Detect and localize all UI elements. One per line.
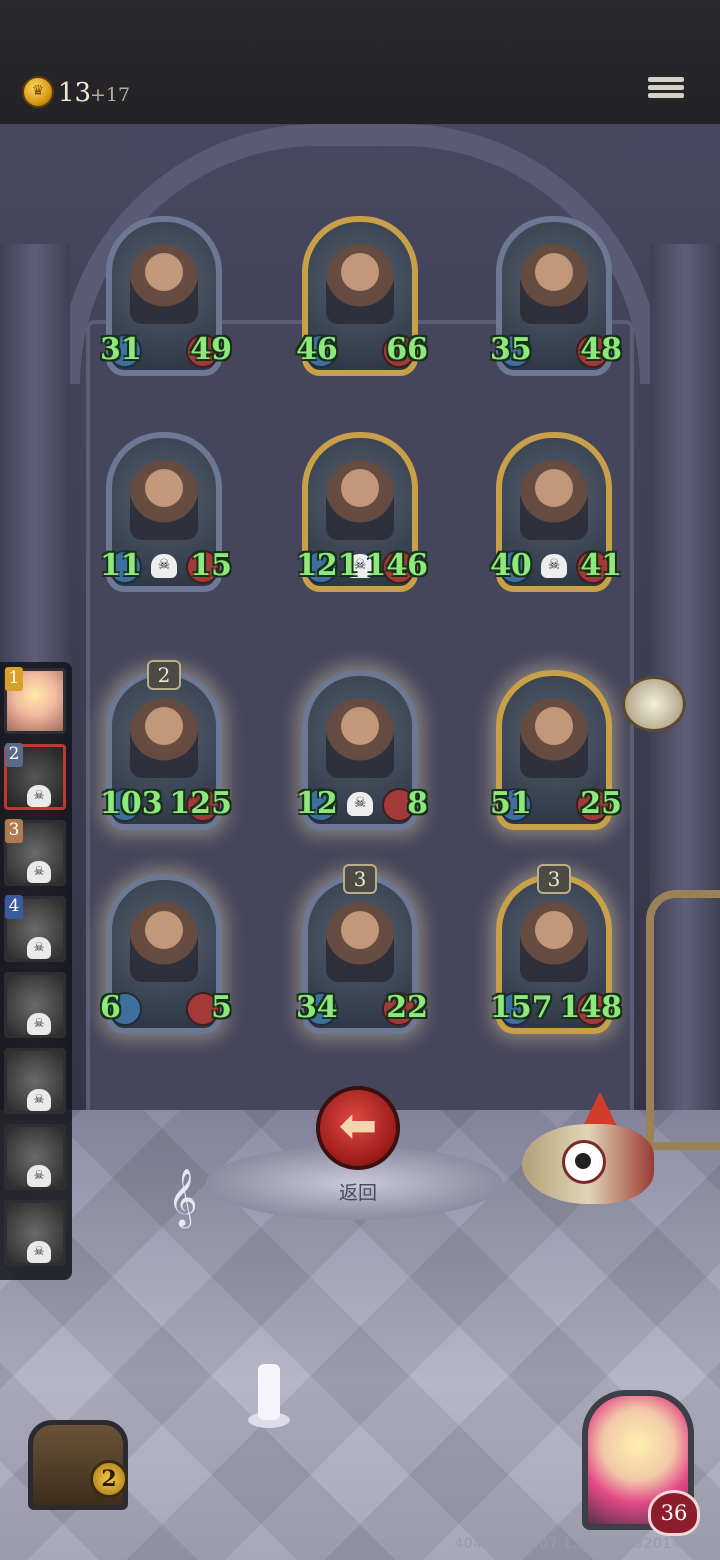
unit-portrait (326, 460, 394, 540)
unit-attack: 51 (490, 786, 532, 821)
unit-attack: 6 (100, 990, 121, 1025)
unit-portrait (326, 902, 394, 982)
menu-line-icon (648, 77, 684, 82)
treasure-chest-button[interactable]: 2 (8, 1400, 148, 1534)
unit-portrait (130, 244, 198, 324)
skull-icon: ☠ (347, 792, 373, 816)
unit-health: 8 (407, 786, 428, 821)
opponent-slot[interactable]: ☠ (4, 1124, 66, 1190)
unit-health: 5 (211, 990, 232, 1025)
opponent-slot[interactable]: ☠ (4, 1048, 66, 1114)
unit-card[interactable]: ☠ 40 41 (490, 432, 622, 592)
version-text: 40456648107 1.3.018 09201402 (454, 1536, 700, 1552)
unit-health: 22 (386, 990, 428, 1025)
unit-attack: 12 (296, 786, 338, 821)
unit-health: 148 (559, 990, 622, 1025)
skull-icon: ☠ (541, 554, 567, 578)
unit-health: 41 (580, 548, 622, 583)
opponent-slot[interactable]: 1 (4, 667, 66, 734)
skull-icon: ☠ (27, 1241, 51, 1263)
skull-icon: ☠ (151, 554, 177, 578)
unit-card[interactable]: 31 49 (100, 216, 232, 376)
unit-level-badge: 3 (537, 864, 571, 894)
unit-card[interactable]: 51 25 (490, 670, 622, 830)
gold-coin-icon: ♛ (22, 76, 54, 108)
skull-icon: ☠ (27, 1165, 51, 1187)
opponent-slot[interactable]: 2 ☠ (4, 743, 66, 810)
unit-portrait (326, 698, 394, 778)
unit-portrait (326, 244, 394, 324)
rocket-fish-mascot[interactable] (522, 1092, 662, 1242)
chest-count-badge: 2 (90, 1460, 128, 1498)
unit-attack: 40 (490, 548, 532, 583)
unit-portrait (130, 460, 198, 540)
unit-attack: 11 (100, 548, 142, 583)
unit-attack: 121 (296, 548, 359, 583)
unit-attack: 31 (100, 332, 142, 367)
unit-health: 125 (169, 786, 232, 821)
unit-level-badge: 3 (343, 864, 377, 894)
slot-rank-badge: 1 (5, 667, 23, 691)
unit-portrait (520, 698, 588, 778)
unit-health: 66 (386, 332, 428, 367)
gold-income: +17 (90, 84, 131, 106)
unit-portrait (520, 244, 588, 324)
skull-icon: ☠ (27, 785, 51, 807)
gold-amount: 13 (58, 78, 92, 108)
unit-card[interactable]: 35 48 (490, 216, 622, 376)
unit-card[interactable]: 65 (100, 874, 232, 1034)
slot-rank-badge: 2 (5, 743, 23, 767)
unit-card[interactable]: 3 34 22 (296, 864, 428, 1034)
left-arrow-icon: ⬅ (338, 1098, 378, 1152)
candle-icon (248, 1360, 290, 1430)
unit-card[interactable]: 3 157 148 (490, 864, 622, 1034)
slot-rank-badge: 3 (5, 819, 23, 843)
unit-attack: 46 (296, 332, 338, 367)
unit-level-badge: 2 (147, 660, 181, 690)
unit-health: 48 (580, 332, 622, 367)
top-bar: ♛ 13 +17 (0, 0, 720, 124)
unit-health: 146 (365, 548, 428, 583)
unit-portrait (520, 902, 588, 982)
opponent-slot[interactable]: 4 ☠ (4, 895, 66, 962)
unit-portrait (130, 902, 198, 982)
skull-icon: ☠ (27, 861, 51, 883)
skull-icon: ☠ (27, 937, 51, 959)
unit-card[interactable]: 2 103 125 (100, 660, 232, 830)
back-label: 返回 (338, 1182, 377, 1204)
pocket-watch-icon (622, 676, 686, 732)
opponent-slot[interactable]: ☠ (4, 972, 66, 1038)
menu-line-icon (648, 93, 684, 98)
back-button[interactable]: ⬅ (316, 1086, 400, 1170)
unit-card[interactable]: ☠ 11 15 (100, 432, 232, 592)
menu-line-icon (648, 85, 684, 90)
skull-icon: ☠ (27, 1089, 51, 1111)
opponent-slot[interactable]: ☠ (4, 1200, 66, 1266)
music-note-icon: 𝄞 (168, 1168, 198, 1226)
unit-health: 49 (190, 332, 232, 367)
opponent-slot[interactable]: 3 ☠ (4, 819, 66, 886)
opponent-sidebar: 1 2 ☠ 3 ☠ 4 ☠ ☠ ☠ ☠ ☠ (0, 662, 72, 1280)
slot-rank-badge: 4 (5, 895, 23, 919)
unit-attack: 103 (100, 786, 163, 821)
unit-attack: 157 (490, 990, 553, 1025)
hero-health-badge: 36 (648, 1490, 700, 1536)
unit-health: 25 (580, 786, 622, 821)
unit-card[interactable]: ☠ 121 146 (296, 432, 428, 592)
mascot-eye-icon (562, 1140, 606, 1184)
unit-attack: 34 (296, 990, 338, 1025)
skull-icon: ☠ (27, 1013, 51, 1035)
unit-portrait (520, 460, 588, 540)
unit-portrait (130, 698, 198, 778)
unit-health: 15 (190, 548, 232, 583)
unit-card[interactable]: ☠ 12 8 (296, 670, 428, 830)
menu-button[interactable] (648, 74, 684, 108)
unit-card[interactable]: 46 66 (296, 216, 428, 376)
unit-attack: 35 (490, 332, 532, 367)
